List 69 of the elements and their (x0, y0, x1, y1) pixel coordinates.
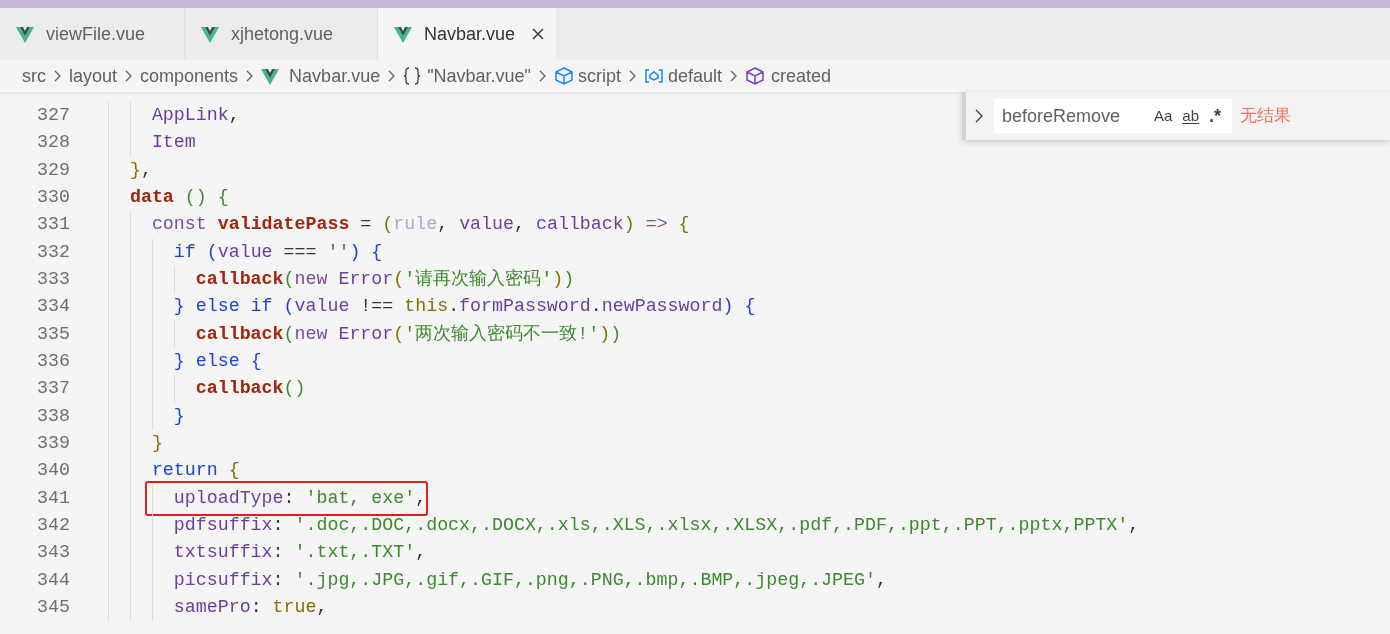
code-line: data () { (128, 185, 229, 209)
code-line: callback(new Error('两次输入密码不一致!')) (194, 322, 622, 346)
line-number: 340 (36, 459, 70, 483)
expand-chevron-icon[interactable] (974, 108, 984, 124)
chevron-right-icon (628, 69, 638, 83)
line-number: 343 (36, 541, 70, 565)
no-results-text: 无结果 (1240, 105, 1291, 128)
chevron-right-icon (53, 69, 62, 83)
close-icon[interactable] (531, 27, 546, 41)
breadcrumb-item[interactable]: "Navbar.vue" (427, 62, 531, 90)
line-number: 339 (36, 431, 70, 455)
code-line: callback() (194, 377, 306, 401)
line-number: 345 (36, 595, 70, 619)
cube-icon (745, 66, 766, 86)
line-number: 328 (36, 131, 70, 155)
breadcrumb-item[interactable]: layout (69, 62, 118, 90)
code-line: pdfsuffix: '.doc,.DOC,.docx,.DOCX,.xls,.XLS,.xlsx,.XLSX,.pdf,.PDF,.ppt,.PPT,.pptx,PPTX', (172, 513, 1140, 537)
line-number: 337 (36, 377, 70, 401)
chevron-right-icon (538, 69, 547, 83)
code-line: }, (128, 158, 152, 182)
code-line: uploadType: 'bat, exe', (172, 486, 427, 510)
code-line: } (172, 404, 185, 428)
breadcrumb-item[interactable]: Navbar.vue (289, 62, 381, 90)
code-line: txtsuffix: '.txt,.TXT', (172, 541, 427, 565)
code-line: AppLink, (150, 103, 240, 127)
vue-logo-icon (16, 25, 34, 43)
vue-logo-icon (394, 25, 412, 43)
match-case-toggle[interactable]: Aa (1154, 104, 1173, 128)
line-number: 341 (36, 486, 70, 510)
breadcrumb-item[interactable]: default (668, 62, 723, 90)
code-line: Item (150, 131, 196, 155)
chevron-right-icon (245, 69, 255, 83)
line-number: 333 (36, 267, 70, 291)
line-number: 342 (36, 513, 70, 537)
line-number: 329 (36, 158, 70, 182)
line-number: 327 (36, 103, 70, 127)
code-line: callback(new Error('请再次输入密码')) (194, 267, 575, 291)
line-number: 332 (36, 240, 70, 264)
whole-word-toggle[interactable]: ab (1182, 104, 1200, 128)
chevron-right-icon (729, 69, 739, 83)
code-line: } (150, 431, 163, 455)
code-line: const validatePass = (rule, value, callback) => { (150, 213, 690, 237)
bracket-cube-icon (644, 66, 665, 86)
line-number: 335 (36, 322, 70, 346)
breadcrumb-item[interactable]: components (140, 62, 239, 90)
code-line: return { (150, 459, 240, 483)
line-number: 334 (36, 295, 70, 319)
regex-toggle[interactable]: .* (1209, 102, 1222, 130)
vue-logo-icon (261, 67, 280, 85)
code-line: if (value === '') { (172, 240, 383, 264)
breadcrumb-item[interactable]: created (771, 62, 832, 90)
code-line: samePro: true, (172, 595, 328, 619)
line-number: 330 (36, 185, 70, 209)
braces-icon (403, 66, 422, 86)
line-number: 344 (36, 568, 70, 592)
code-line: } else { (172, 349, 262, 373)
chevron-right-icon (124, 69, 134, 83)
code-line: } else if (value !== this.formPassword.newPassword) { (172, 295, 756, 319)
vue-logo-icon (201, 25, 219, 43)
cube-icon (554, 66, 574, 86)
breadcrumb-item[interactable]: src (22, 62, 46, 90)
editor-tab[interactable]: Navbar.vue (378, 8, 556, 60)
breadcrumb-item[interactable]: script (578, 62, 622, 90)
code-line: picsuffix: '.jpg,.JPG,.gif,.GIF,.png,.PNG,.bmp,.BMP,.jpeg,.JPEG', (172, 568, 887, 592)
line-number: 338 (36, 404, 70, 428)
chevron-right-icon (387, 69, 397, 83)
line-number: 336 (36, 349, 70, 373)
line-number: 331 (36, 213, 70, 237)
find-field[interactable]: beforeRemove Aa ab .* (994, 99, 1232, 133)
